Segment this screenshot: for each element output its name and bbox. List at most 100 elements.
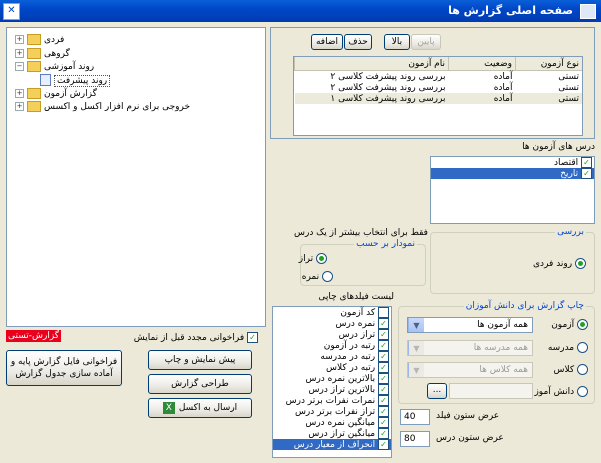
checkbox-icon[interactable]: ✓ [247, 332, 258, 343]
lessons-list[interactable]: ✓ اقتصاد ✓ تاریخ [430, 156, 595, 224]
table-row[interactable]: تستی آماده بررسی روند پیشرفت کلاسی ۲ [295, 82, 583, 93]
collapse-icon[interactable]: − [15, 62, 24, 71]
list-item[interactable]: ✓ اقتصاد [431, 157, 594, 168]
field-label: میانگین تراز درس [308, 429, 376, 439]
checkbox-icon[interactable]: ✓ [378, 395, 389, 406]
close-icon[interactable]: ✕ [3, 3, 20, 20]
chevron-down-icon[interactable]: ▼ [408, 341, 424, 355]
radio-icon[interactable] [316, 253, 327, 264]
folder-open-icon [27, 61, 41, 72]
chart-option-level[interactable]: تراز [299, 253, 327, 264]
field-width-input[interactable]: 40 [400, 409, 430, 425]
print-for-option-student[interactable]: دانش آموز [534, 386, 588, 397]
field-label: رتبه در آزمون [323, 341, 376, 351]
exam-grid[interactable]: نوع آزمون وضعیت نام آزمون تستی آماده برر… [293, 56, 583, 136]
checkbox-icon[interactable]: ✓ [378, 373, 389, 384]
chevron-down-icon[interactable]: ▼ [408, 363, 424, 377]
recall-checkbox[interactable]: ✓ فراخوانی مجدد قبل از نمایش [120, 332, 258, 343]
radio-icon[interactable] [575, 258, 586, 269]
window-title: صفحه اصلی گزارش ها [448, 4, 573, 17]
preview-print-button[interactable]: پیش نمایش و چاپ [148, 350, 252, 370]
recall-checkbox-label: فراخوانی مجدد قبل از نمایش [133, 333, 245, 343]
checkbox-icon[interactable]: ✓ [581, 168, 592, 179]
list-item[interactable]: ✓ تراز نفرات برتر درس [273, 406, 391, 417]
print-for-option-exam[interactable]: آزمون [551, 319, 588, 330]
table-cell: بررسی روند پیشرفت کلاسی ۲ [330, 82, 446, 93]
chart-option-score[interactable]: نمره [302, 271, 333, 282]
radio-icon[interactable] [577, 342, 588, 353]
tree-item-selected[interactable]: روند پیشرفت [37, 74, 111, 87]
checkbox-icon[interactable] [378, 307, 389, 318]
title-bar: ✕ صفحه اصلی گزارش ها [0, 0, 601, 22]
exam-select[interactable]: همه آزمون ها ▼ [407, 317, 533, 333]
list-item-selected[interactable]: ✓ تاریخ [431, 168, 594, 179]
column-header[interactable]: وضعیت [448, 57, 516, 71]
checkbox-icon[interactable]: ✓ [378, 362, 389, 373]
move-up-button[interactable]: بالا [384, 34, 410, 50]
tree-item[interactable]: + گزارش آزمون [15, 88, 97, 100]
report-tree[interactable]: + فردی + گروهی − روند آموزشی روند پیشرفت + گ… [6, 27, 266, 327]
list-item[interactable]: ✓ رتبه در آزمون [273, 340, 391, 351]
tree-item[interactable]: − روند آموزشی [15, 61, 94, 73]
column-header[interactable]: نوع آزمون [515, 57, 582, 71]
review-option[interactable]: روند فردی [533, 258, 586, 269]
print-for-option-school[interactable]: مدرسه [548, 342, 588, 353]
print-fields-title: لیست فیلدهای چاپی [318, 292, 394, 302]
checkbox-icon[interactable]: ✓ [378, 329, 389, 340]
tree-item[interactable]: + فردی [15, 34, 64, 46]
list-item[interactable]: ✓ میانگین تراز درس [273, 428, 391, 439]
checkbox-icon[interactable]: ✓ [378, 417, 389, 428]
list-item[interactable]: ✓ نمرات نفرات برتر درس [273, 395, 391, 406]
expand-icon[interactable]: + [15, 49, 24, 58]
table-cell: آماده [493, 71, 513, 82]
list-item[interactable]: ✓ تراز درس [273, 329, 391, 340]
radio-icon[interactable] [577, 386, 588, 397]
table-row[interactable]: تستی آماده بررسی روند پیشرفت کلاسی ۱ [294, 93, 582, 104]
list-item[interactable]: ✓ رتبه در مدرسه [273, 351, 391, 362]
list-item[interactable]: ✓ رتبه در کلاس [273, 362, 391, 373]
radio-icon[interactable] [577, 364, 588, 375]
radio-icon[interactable] [322, 271, 333, 282]
checkbox-icon[interactable]: ✓ [378, 439, 389, 450]
checkbox-icon[interactable]: ✓ [378, 428, 389, 439]
browse-button[interactable]: ... [427, 383, 447, 399]
delete-button[interactable]: حذف [344, 34, 372, 50]
send-excel-button[interactable]: X ارسال به اکسل [148, 398, 252, 418]
list-item[interactable]: ✓ میانگین نمره درس [273, 417, 391, 428]
checkbox-icon[interactable]: ✓ [378, 340, 389, 351]
list-item[interactable]: ✓ بالاترین نمره درس [273, 373, 391, 384]
checkbox-icon[interactable]: ✓ [378, 351, 389, 362]
lesson-width-input[interactable]: 80 [400, 431, 430, 447]
expand-icon[interactable]: + [15, 89, 24, 98]
chevron-down-icon[interactable]: ▼ [408, 318, 424, 332]
lesson-width-label: عرض ستون درس [436, 433, 504, 443]
tree-item[interactable]: + خروجی برای نرم افزار اکسل و اکسس [15, 101, 190, 113]
recall-base-button[interactable]: فراخوانی فایل گزارش پایه و آماده سازی جد… [6, 350, 122, 386]
checkbox-icon[interactable]: ✓ [378, 318, 389, 329]
field-label: میانگین نمره درس [305, 418, 376, 428]
review-title: بررسی [555, 227, 586, 237]
school-select[interactable]: همه مدرسه ها ▼ [407, 340, 533, 356]
design-report-button[interactable]: طراحی گزارش [148, 374, 252, 394]
tree-item[interactable]: + گروهی [15, 48, 70, 60]
column-header[interactable]: نام آزمون [294, 57, 449, 71]
class-select[interactable]: همه کلاس ها ▼ [407, 362, 533, 378]
checkbox-icon[interactable]: ✓ [378, 384, 389, 395]
review-group: بررسی روند فردی [430, 227, 595, 294]
student-field[interactable] [449, 383, 533, 399]
checkbox-icon[interactable]: ✓ [378, 406, 389, 417]
add-button[interactable]: اضافه [311, 34, 343, 50]
list-item-selected[interactable]: ✓ انحراف از معیار درس [273, 439, 391, 450]
table-row[interactable]: تستی آماده بررسی روند پیشرفت کلاسی ۲ [295, 71, 583, 83]
print-for-option-class[interactable]: کلاس [553, 364, 588, 375]
expand-icon[interactable]: + [15, 102, 24, 111]
print-fields-list[interactable]: کد آزمون ✓ نمره درس ✓ تراز درس ✓ رتبه در… [272, 306, 392, 458]
move-down-button[interactable]: پایین [411, 34, 441, 50]
list-item[interactable]: ✓ نمره درس [273, 318, 391, 329]
radio-label: نمره [301, 272, 320, 282]
radio-icon[interactable] [577, 319, 588, 330]
checkbox-icon[interactable]: ✓ [581, 157, 592, 168]
expand-icon[interactable]: + [15, 35, 24, 44]
list-item[interactable]: کد آزمون [273, 307, 391, 318]
list-item[interactable]: ✓ بالاترین تراز درس [273, 384, 391, 395]
